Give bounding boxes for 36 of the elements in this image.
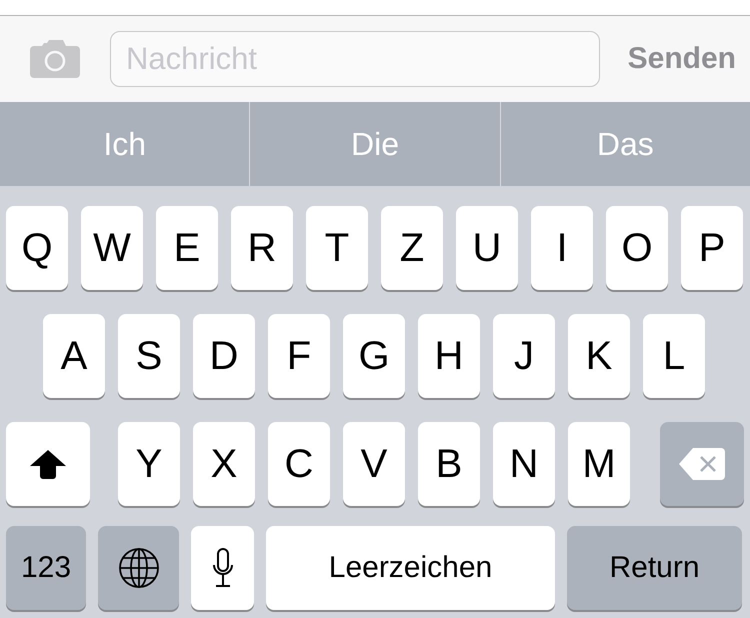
letter-key[interactable]: Z <box>381 206 443 290</box>
letter-key[interactable]: J <box>493 314 555 398</box>
letter-key[interactable]: Q <box>6 206 68 290</box>
microphone-icon <box>210 548 234 588</box>
return-key[interactable]: Return <box>567 526 742 610</box>
letter-key[interactable]: G <box>343 314 405 398</box>
letter-key[interactable]: L <box>643 314 705 398</box>
letter-key[interactable]: P <box>681 206 743 290</box>
letter-key[interactable]: F <box>268 314 330 398</box>
letter-key[interactable]: N <box>493 422 555 506</box>
globe-key[interactable] <box>98 526 179 610</box>
letter-key[interactable]: B <box>418 422 480 506</box>
letter-key[interactable]: M <box>568 422 630 506</box>
letter-key[interactable]: K <box>568 314 630 398</box>
letter-key[interactable]: O <box>606 206 668 290</box>
letter-key[interactable]: C <box>268 422 330 506</box>
space-bar[interactable]: Leerzeichen <box>266 526 555 610</box>
microphone-key[interactable] <box>191 526 254 610</box>
letter-key[interactable]: R <box>231 206 293 290</box>
letter-key[interactable]: H <box>418 314 480 398</box>
letter-key[interactable]: U <box>456 206 518 290</box>
letter-key[interactable]: D <box>193 314 255 398</box>
globe-icon <box>118 547 160 589</box>
backspace-icon <box>679 448 725 480</box>
letter-key[interactable]: V <box>343 422 405 506</box>
numbers-key[interactable]: 123 <box>6 526 86 610</box>
letter-key[interactable]: E <box>156 206 218 290</box>
shift-key[interactable] <box>6 422 90 506</box>
up-arrow-icon <box>29 449 67 479</box>
letter-key[interactable]: T <box>306 206 368 290</box>
letter-key[interactable]: W <box>81 206 143 290</box>
letter-key[interactable]: S <box>118 314 180 398</box>
letter-key[interactable]: Y <box>118 422 180 506</box>
letter-key[interactable]: A <box>43 314 105 398</box>
letter-key[interactable]: I <box>531 206 593 290</box>
letter-key[interactable]: X <box>193 422 255 506</box>
